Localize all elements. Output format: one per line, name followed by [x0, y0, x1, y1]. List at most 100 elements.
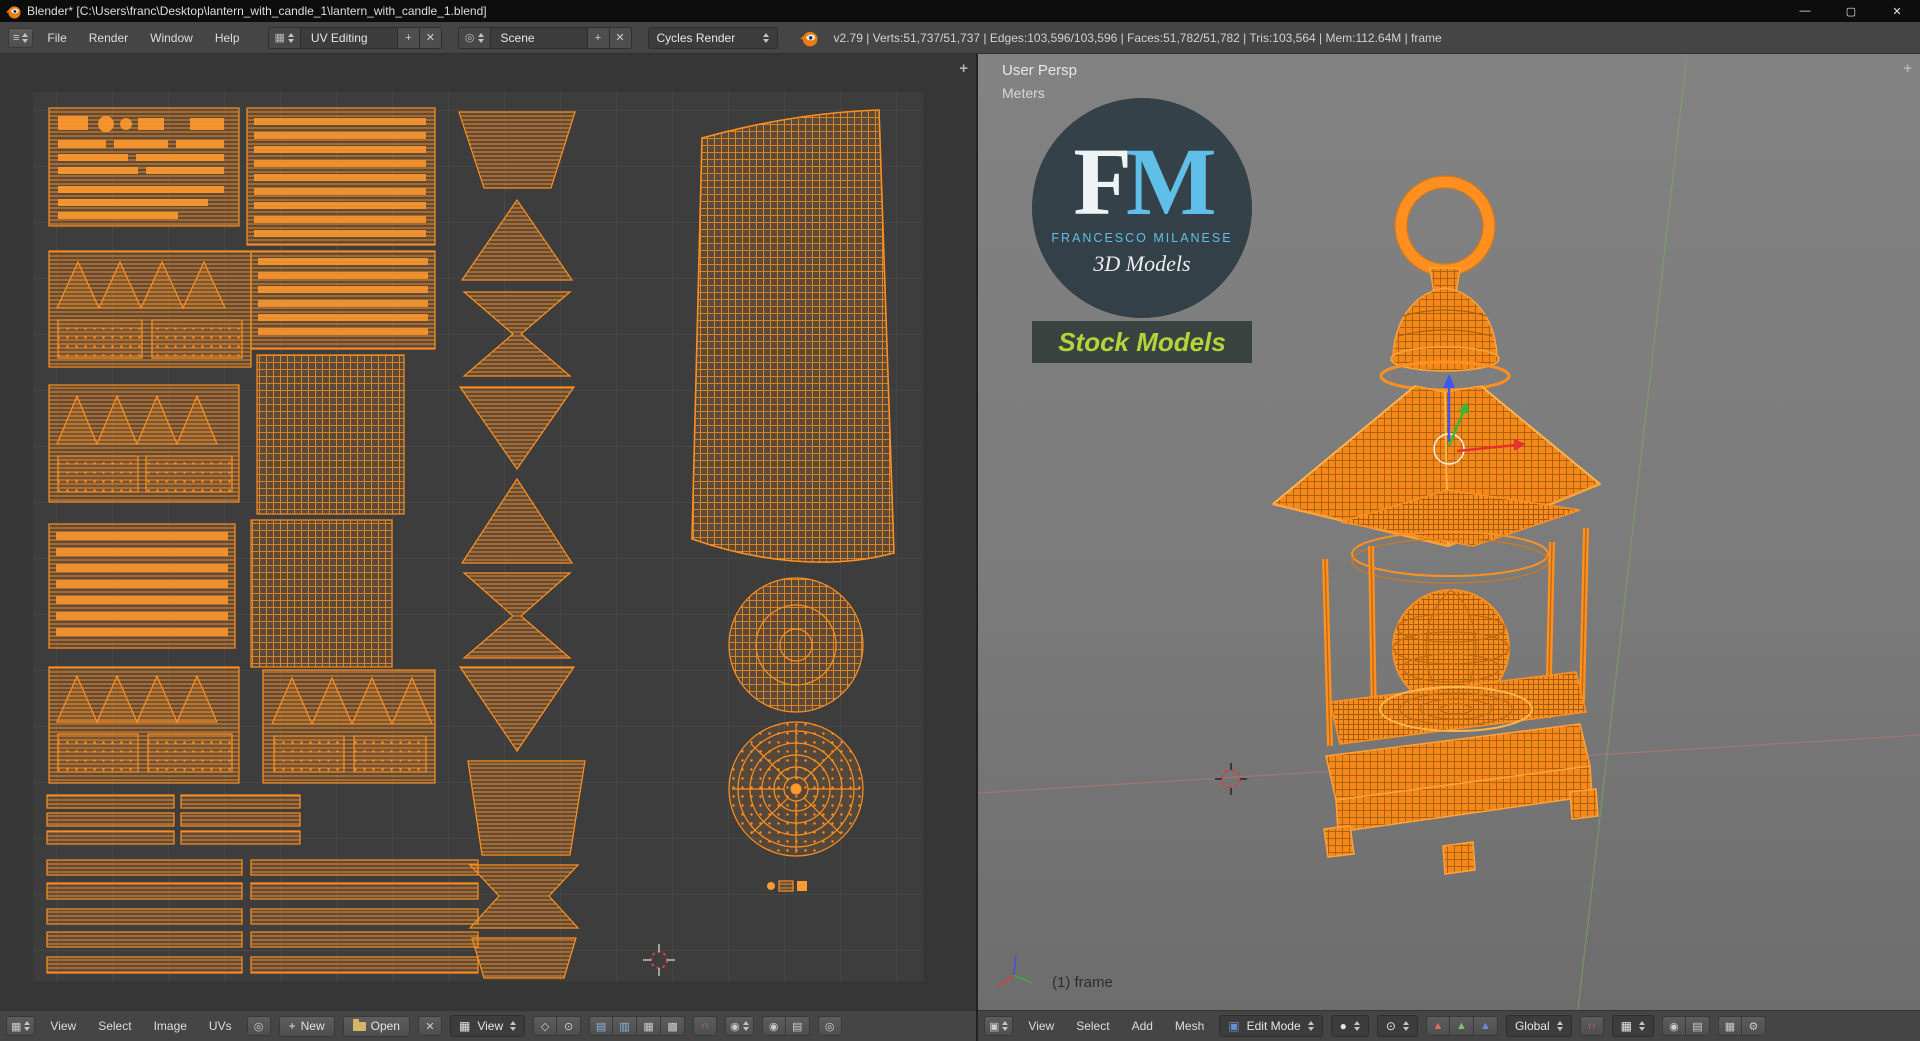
v3d-menu-view[interactable]: View — [1021, 1012, 1061, 1041]
scene-selector[interactable]: ◎ Scene + ✕ — [457, 26, 632, 49]
mode-dropdown[interactable]: ▣ Edit Mode — [1219, 1015, 1323, 1037]
snap-element-dropdown[interactable]: ▦ — [1611, 1015, 1654, 1037]
vertex-select-icon: ▤ — [589, 1016, 614, 1036]
logo-studio-name: FRANCESCO MILANESE — [1051, 231, 1233, 246]
uv-canvas[interactable] — [0, 54, 976, 1010]
chevron-updown-icon — [762, 32, 769, 43]
translate-manipulator-icon: ▲ — [1425, 1016, 1450, 1036]
render-engine-dropdown[interactable]: Cycles Render — [647, 26, 778, 49]
scene-statistics: v2.79 | Verts:51,737/51,737 | Edges:103,… — [833, 30, 1442, 45]
uv-globe-button[interactable]: ◎ — [817, 1016, 842, 1036]
watermark-logo: F M FRANCESCO MILANESE 3D Models — [1032, 98, 1252, 318]
close-button[interactable]: ✕ — [1874, 0, 1920, 22]
scene-value[interactable]: Scene — [491, 31, 587, 45]
layout-browse-icon[interactable]: ▦ — [268, 27, 301, 48]
x-icon: ✕ — [425, 1020, 435, 1033]
uv-menu-view[interactable]: View — [43, 1012, 83, 1041]
uv-editor-header: ▦ View Select Image UVs ◎ + New Open ✕ ▦… — [0, 1010, 976, 1041]
orientation-dropdown[interactable]: Global — [1505, 1015, 1572, 1037]
add-layout-button[interactable]: + — [396, 27, 419, 48]
pin-image-button[interactable]: ◎ — [246, 1016, 271, 1036]
uv-sticky-icon: ⊙ — [557, 1016, 582, 1036]
v3d-menu-add[interactable]: Add — [1125, 1012, 1160, 1041]
logo-tagline: 3D Models — [1093, 251, 1191, 277]
lantern-mesh[interactable] — [1271, 175, 1602, 875]
chevron-updown-icon — [22, 32, 29, 43]
viewport-units-label: Meters — [1002, 85, 1045, 101]
mini-axis-widget — [997, 954, 1033, 988]
stock-models-banner: Stock Models — [1032, 321, 1252, 363]
blender-icon — [6, 5, 21, 19]
screen-layout-value[interactable]: UV Editing — [301, 31, 397, 45]
uv-menu-image[interactable]: Image — [147, 1012, 194, 1041]
manipulator-toggle-group[interactable]: ▲ ▲ ▲ — [1425, 1016, 1498, 1036]
uv-menu-select[interactable]: Select — [91, 1012, 138, 1041]
uv-image-editor[interactable]: + — [0, 54, 976, 1010]
chevron-updown-icon — [1353, 1021, 1360, 1031]
island-select-icon: ▩ — [661, 1016, 686, 1036]
chevron-updown-icon — [1638, 1021, 1645, 1031]
image-editor-icon: ▦ — [11, 1020, 22, 1033]
uv-select-mode-group[interactable]: ▤ ▥ ▦ ▩ — [589, 1016, 686, 1036]
close-layout-button[interactable]: ✕ — [418, 27, 441, 48]
right-tools-group[interactable]: ▦ ⚙ — [1717, 1016, 1766, 1036]
sphere-icon: ● — [1339, 1019, 1347, 1033]
v3d-menu-mesh[interactable]: Mesh — [1168, 1012, 1211, 1041]
pin-icon: ◎ — [253, 1020, 264, 1033]
v3d-menu-select[interactable]: Select — [1069, 1012, 1116, 1041]
viewport-frame-label: (1) frame — [1052, 974, 1113, 991]
open-image-button[interactable]: Open — [342, 1015, 410, 1037]
snap-toggle-button[interactable]: ∩ — [693, 1016, 718, 1036]
pivot-point-dropdown[interactable]: ⊙ — [1376, 1015, 1418, 1037]
menu-file[interactable]: File — [39, 23, 74, 53]
viewport-shading-dropdown[interactable]: ● — [1330, 1015, 1369, 1037]
menu-help[interactable]: Help — [207, 23, 248, 53]
image-display-dropdown[interactable]: ▦ View — [449, 1015, 526, 1037]
maximize-button[interactable]: ▢ — [1828, 0, 1874, 22]
proportional-icon: ◉ — [730, 1020, 740, 1033]
viewport-perspective-label: User Persp — [1002, 62, 1078, 79]
cursor-3d[interactable] — [1215, 763, 1247, 795]
engine-value: Cycles Render — [656, 30, 736, 45]
close-scene-button[interactable]: ✕ — [608, 27, 631, 48]
folder-icon — [352, 1018, 366, 1031]
info-header: ≡ File Render Window Help ▦ UV Editing +… — [0, 22, 1920, 54]
proportional-edit-button[interactable]: ◉ — [725, 1016, 754, 1036]
scene-browse-icon[interactable]: ◎ — [458, 27, 491, 48]
editor-type-button-uv[interactable]: ▦ — [6, 1016, 36, 1036]
chevron-updown-icon — [1556, 1021, 1563, 1031]
viewport-3d[interactable]: User Persp Meters (1) frame F M FRANCESC… — [978, 54, 1920, 1010]
uv-menu-uvs[interactable]: UVs — [202, 1012, 239, 1041]
snap-element-icon: ▦ — [1620, 1019, 1632, 1033]
uv-sync-toggle-group[interactable]: ◇ ⊙ — [533, 1016, 582, 1036]
uv-misc-group[interactable]: ◉ ▤ — [761, 1016, 810, 1036]
editor-type-button-info[interactable]: ≡ — [8, 27, 34, 48]
view3d-editor-icon: ▣ — [989, 1020, 1000, 1033]
logo-letter-m: M — [1126, 127, 1217, 235]
new-image-button[interactable]: + New — [278, 1015, 335, 1037]
blender-window: Blender* [C:\Users\franc\Desktop\lantern… — [0, 0, 1920, 1041]
menu-render[interactable]: Render — [81, 23, 136, 53]
menu-window[interactable]: Window — [142, 23, 201, 53]
editor-type-button-3d[interactable]: ▣ — [984, 1016, 1014, 1036]
pivot-icon: ⊙ — [1385, 1019, 1396, 1033]
region-expand-icon[interactable]: + — [959, 60, 968, 77]
screen-layout-selector[interactable]: ▦ UV Editing + ✕ — [267, 26, 442, 49]
chevron-updown-icon — [510, 1021, 517, 1031]
render-slot-icon: ◉ — [761, 1016, 786, 1036]
minimize-button[interactable]: — — [1782, 0, 1828, 22]
blender-logo-icon — [800, 31, 817, 46]
unlink-image-button[interactable]: ✕ — [417, 1016, 442, 1036]
uv-sync-icon: ◇ — [533, 1016, 558, 1036]
region-expand-icon[interactable]: + — [1903, 60, 1912, 77]
titlebar: Blender* [C:\Users\franc\Desktop\lantern… — [0, 0, 1920, 22]
plus-icon: + — [288, 1019, 296, 1033]
edit-mode-icon: ▣ — [1228, 1019, 1240, 1033]
snap-toggle-button-3d[interactable]: ∩ — [1579, 1016, 1604, 1036]
render-buttons-group[interactable]: ◉ ▤ — [1661, 1016, 1710, 1036]
scale-manipulator-icon: ▲ — [1473, 1016, 1498, 1036]
magnet-icon: ∩ — [1587, 1020, 1596, 1032]
add-scene-button[interactable]: + — [586, 27, 609, 48]
opengl-render-icon: ◉ — [1661, 1016, 1686, 1036]
occlude-geometry-icon: ⚙ — [1741, 1016, 1766, 1036]
